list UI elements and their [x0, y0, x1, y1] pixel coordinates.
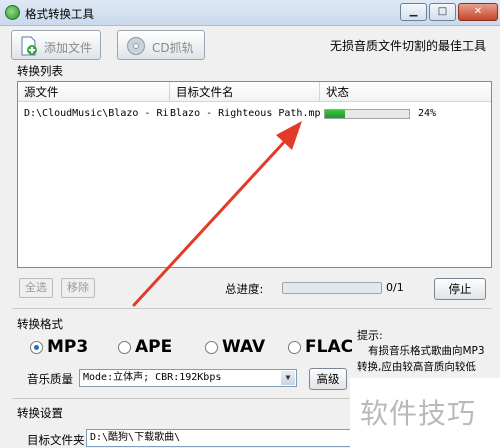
annotation-arrow — [132, 121, 302, 307]
